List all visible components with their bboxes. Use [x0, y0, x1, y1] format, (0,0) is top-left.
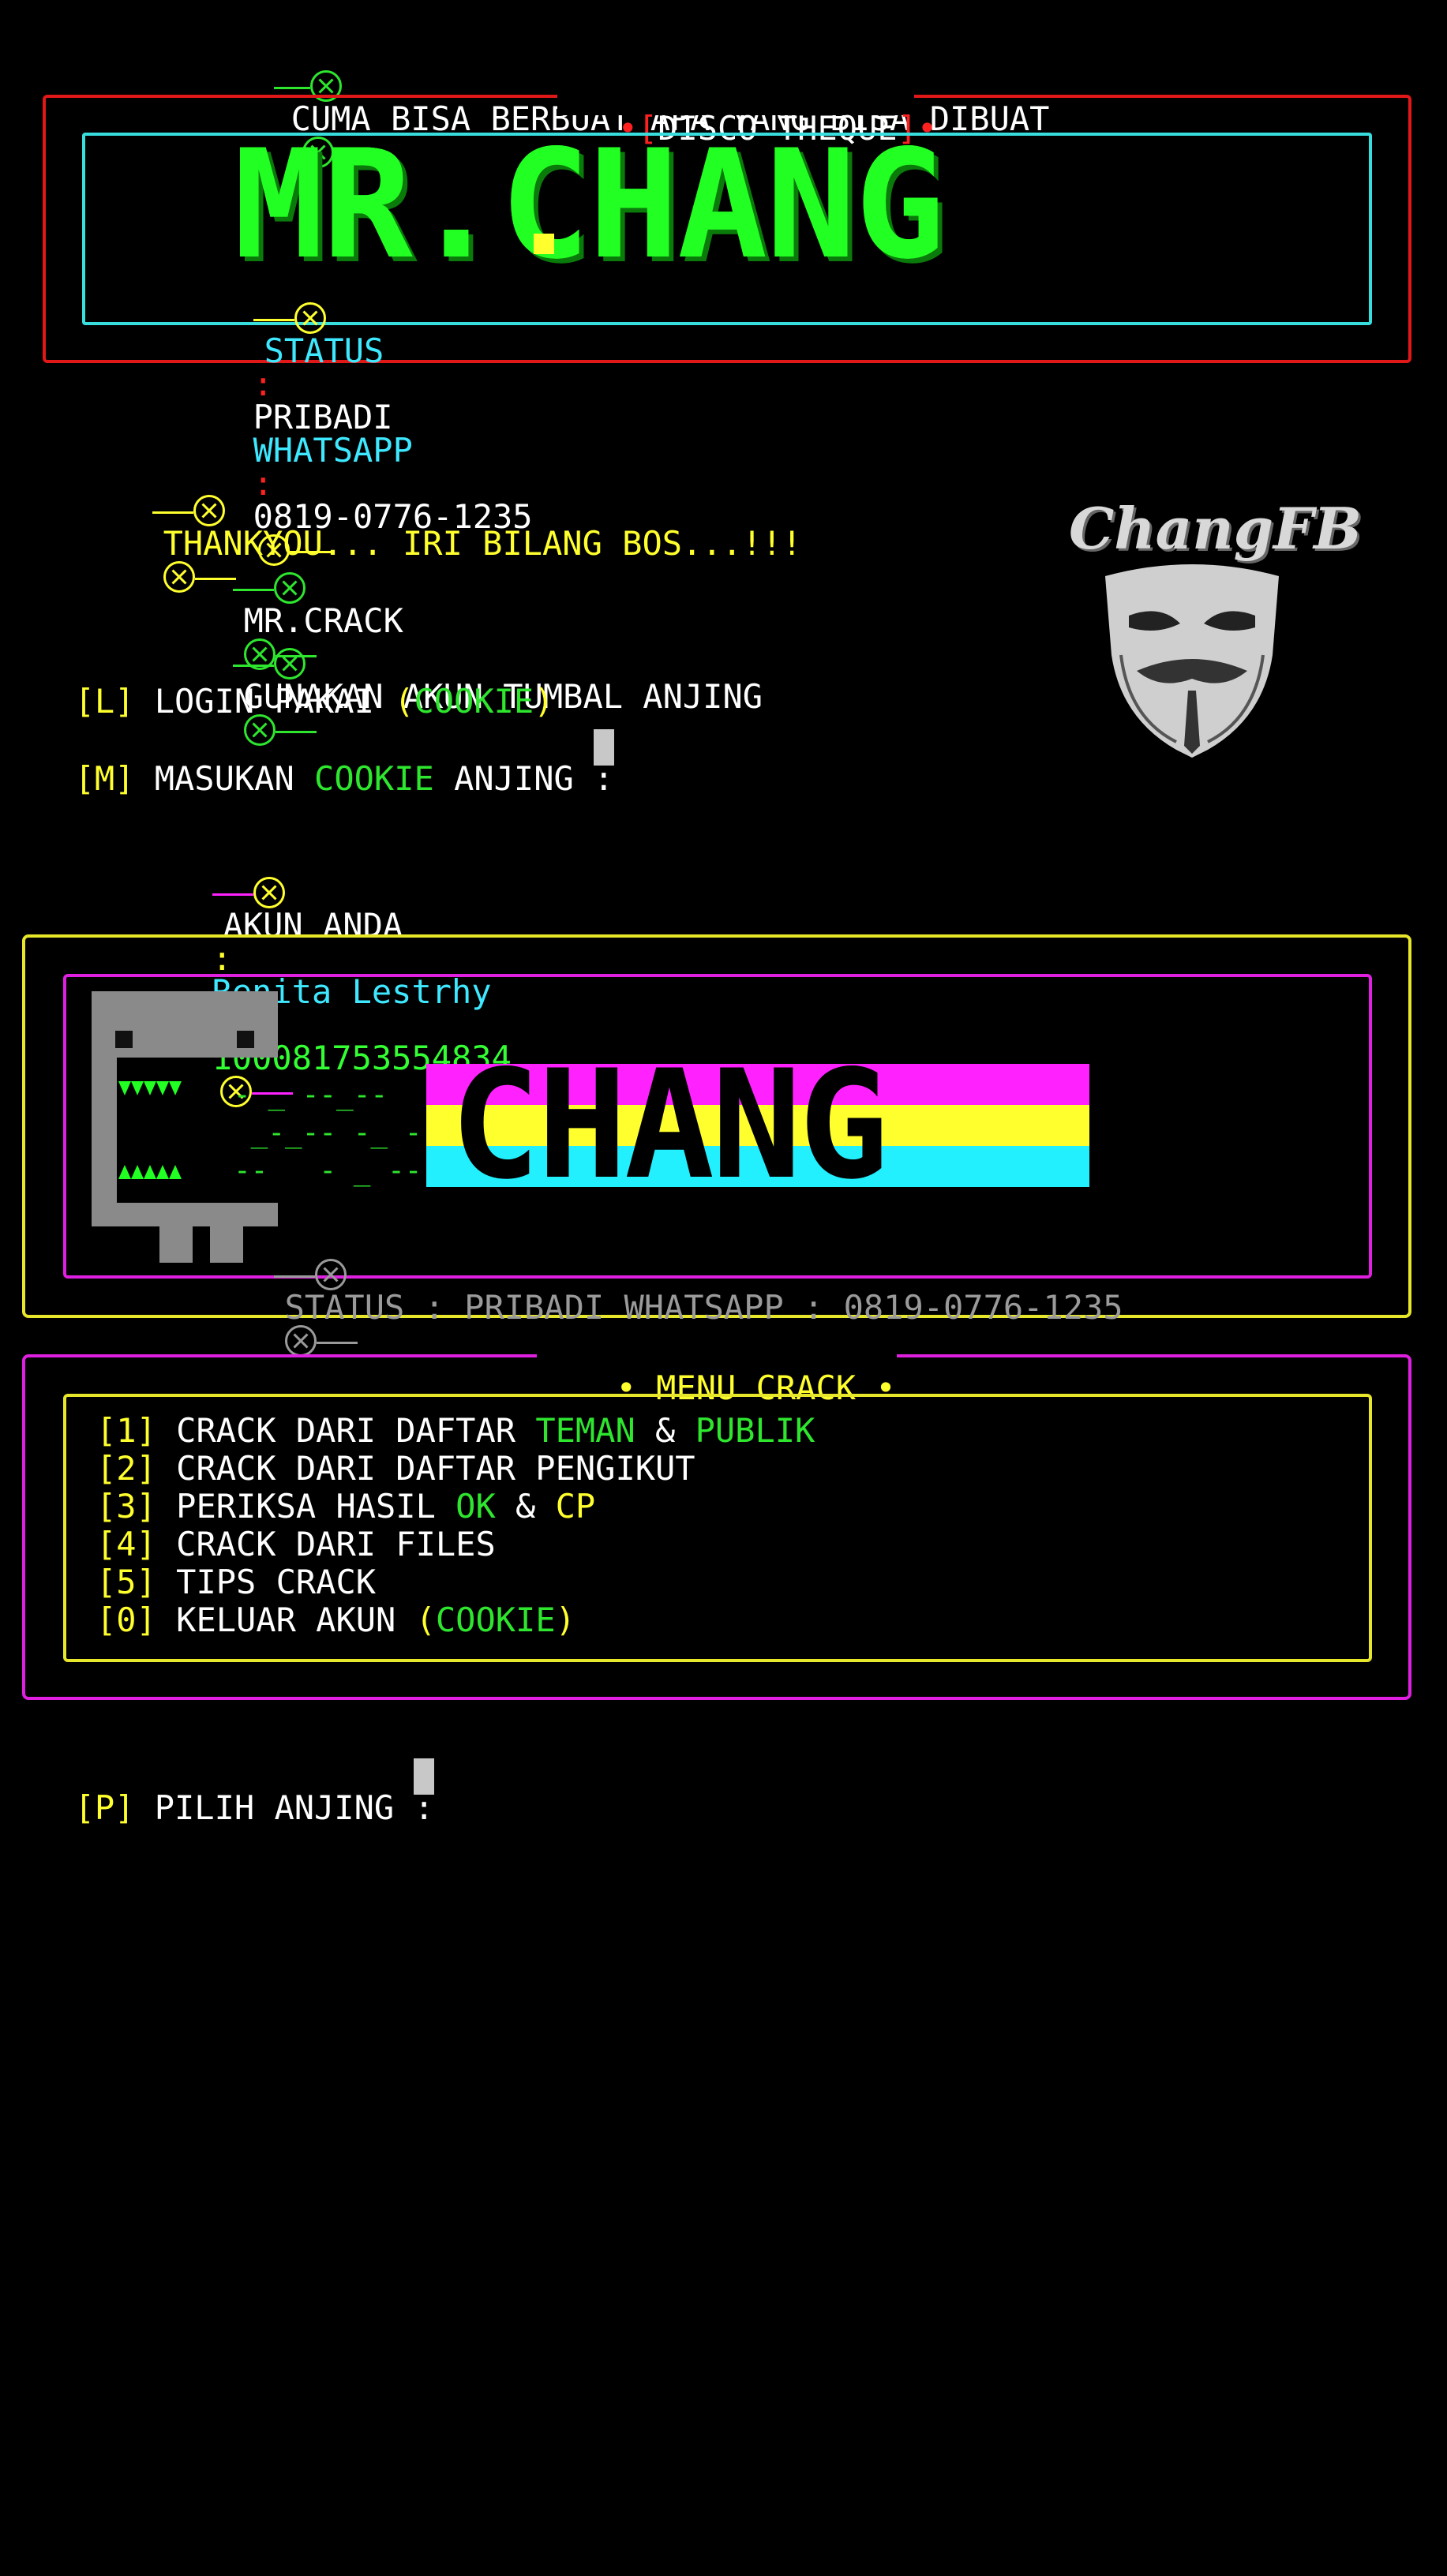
menu-item-label: & — [635, 1411, 695, 1450]
menu-item-label: ) — [555, 1601, 575, 1639]
login-option-text: LOGIN PAKAI — [154, 682, 374, 721]
menu-item-label: CRACK DARI DAFTAR PENGIKUT — [176, 1449, 695, 1488]
circle-x-icon — [294, 302, 326, 334]
cookie-prompt[interactable]: [M] MASUKAN COOKIE ANJING : — [35, 729, 614, 798]
menu-item[interactable]: [5] TIPS CRACK — [96, 1566, 376, 1599]
cookie-input-cursor[interactable] — [594, 729, 614, 766]
circle-x-icon — [193, 495, 225, 526]
menu-item-label: ( — [415, 1601, 436, 1639]
login-option[interactable]: [L] LOGIN PAKAI (COOKIE) — [35, 652, 554, 718]
banner-title-colon-highlight — [534, 234, 554, 254]
choice-input-cursor[interactable] — [414, 1758, 434, 1795]
menu-item[interactable]: [0] KELUAR AKUN (COOKIE) — [96, 1604, 575, 1637]
menu-item-key: [3] — [96, 1487, 156, 1526]
circle-x-icon — [253, 877, 285, 908]
circle-x-icon — [314, 1259, 347, 1290]
menu-item-label: CRACK DARI FILES — [176, 1525, 496, 1563]
menu-item[interactable]: [3] PERIKSA HASIL OK & CP — [96, 1490, 595, 1523]
menu-item-label: PUBLIK — [695, 1411, 815, 1450]
banner2-status-text: STATUS : PRIBADI WHATSAPP : 0819-0776-12… — [284, 1288, 1123, 1327]
menu-item-key: [2] — [96, 1449, 156, 1488]
circle-x-icon — [163, 561, 195, 593]
circle-x-icon — [273, 572, 306, 604]
changfb-logo: ChangFB — [1058, 497, 1362, 773]
menu-item-label: & — [495, 1487, 556, 1526]
status-label: STATUS — [264, 331, 384, 370]
menu-item-key: [4] — [96, 1525, 156, 1563]
circle-x-icon — [284, 1325, 317, 1357]
menu-item-label: COOKIE — [435, 1601, 556, 1639]
banner2-title-text: CHANG — [450, 1064, 889, 1187]
cookie-prompt-key: [M] — [74, 759, 135, 798]
menu-item-key: [0] — [96, 1601, 156, 1639]
menu-item[interactable]: [4] CRACK DARI FILES — [96, 1528, 496, 1561]
choice-prompt-text: PILIH ANJING : — [154, 1788, 434, 1827]
mask-icon — [1105, 564, 1279, 758]
menu-item-label: OK — [455, 1487, 496, 1526]
login-option-key: [L] — [74, 682, 135, 721]
cookie-prompt-cookie: COOKIE — [314, 759, 434, 798]
choice-prompt-key: [P] — [74, 1788, 135, 1827]
menu-item-label: KELUAR AKUN — [176, 1601, 416, 1639]
logo-text: ChangFB — [1069, 495, 1362, 562]
menu-item-label: TIPS CRACK — [176, 1563, 377, 1601]
menu-item-label: CRACK DARI DAFTAR — [176, 1411, 536, 1450]
menu-item-key: [1] — [96, 1411, 156, 1450]
choice-prompt[interactable]: [P] PILIH ANJING : — [35, 1758, 434, 1825]
banner2-title: CHANG — [426, 1064, 1089, 1187]
menu-item[interactable]: [2] CRACK DARI DAFTAR PENGIKUT — [96, 1452, 695, 1485]
menu-item[interactable]: [1] CRACK DARI DAFTAR TEMAN & PUBLIK — [96, 1414, 815, 1447]
login-option-cookie: COOKIE — [414, 682, 534, 721]
banner-title: MR.CHANG — [234, 118, 945, 292]
menu-item-key: [5] — [96, 1563, 156, 1601]
menu-item-label: TEMAN — [535, 1411, 635, 1450]
menu-item-label: CP — [555, 1487, 596, 1526]
tagline-row: CUMA BISA BERBUAT APA YANG BISA DIBUAT — [234, 36, 1049, 168]
menu-item-label: PERIKSA HASIL — [176, 1487, 456, 1526]
